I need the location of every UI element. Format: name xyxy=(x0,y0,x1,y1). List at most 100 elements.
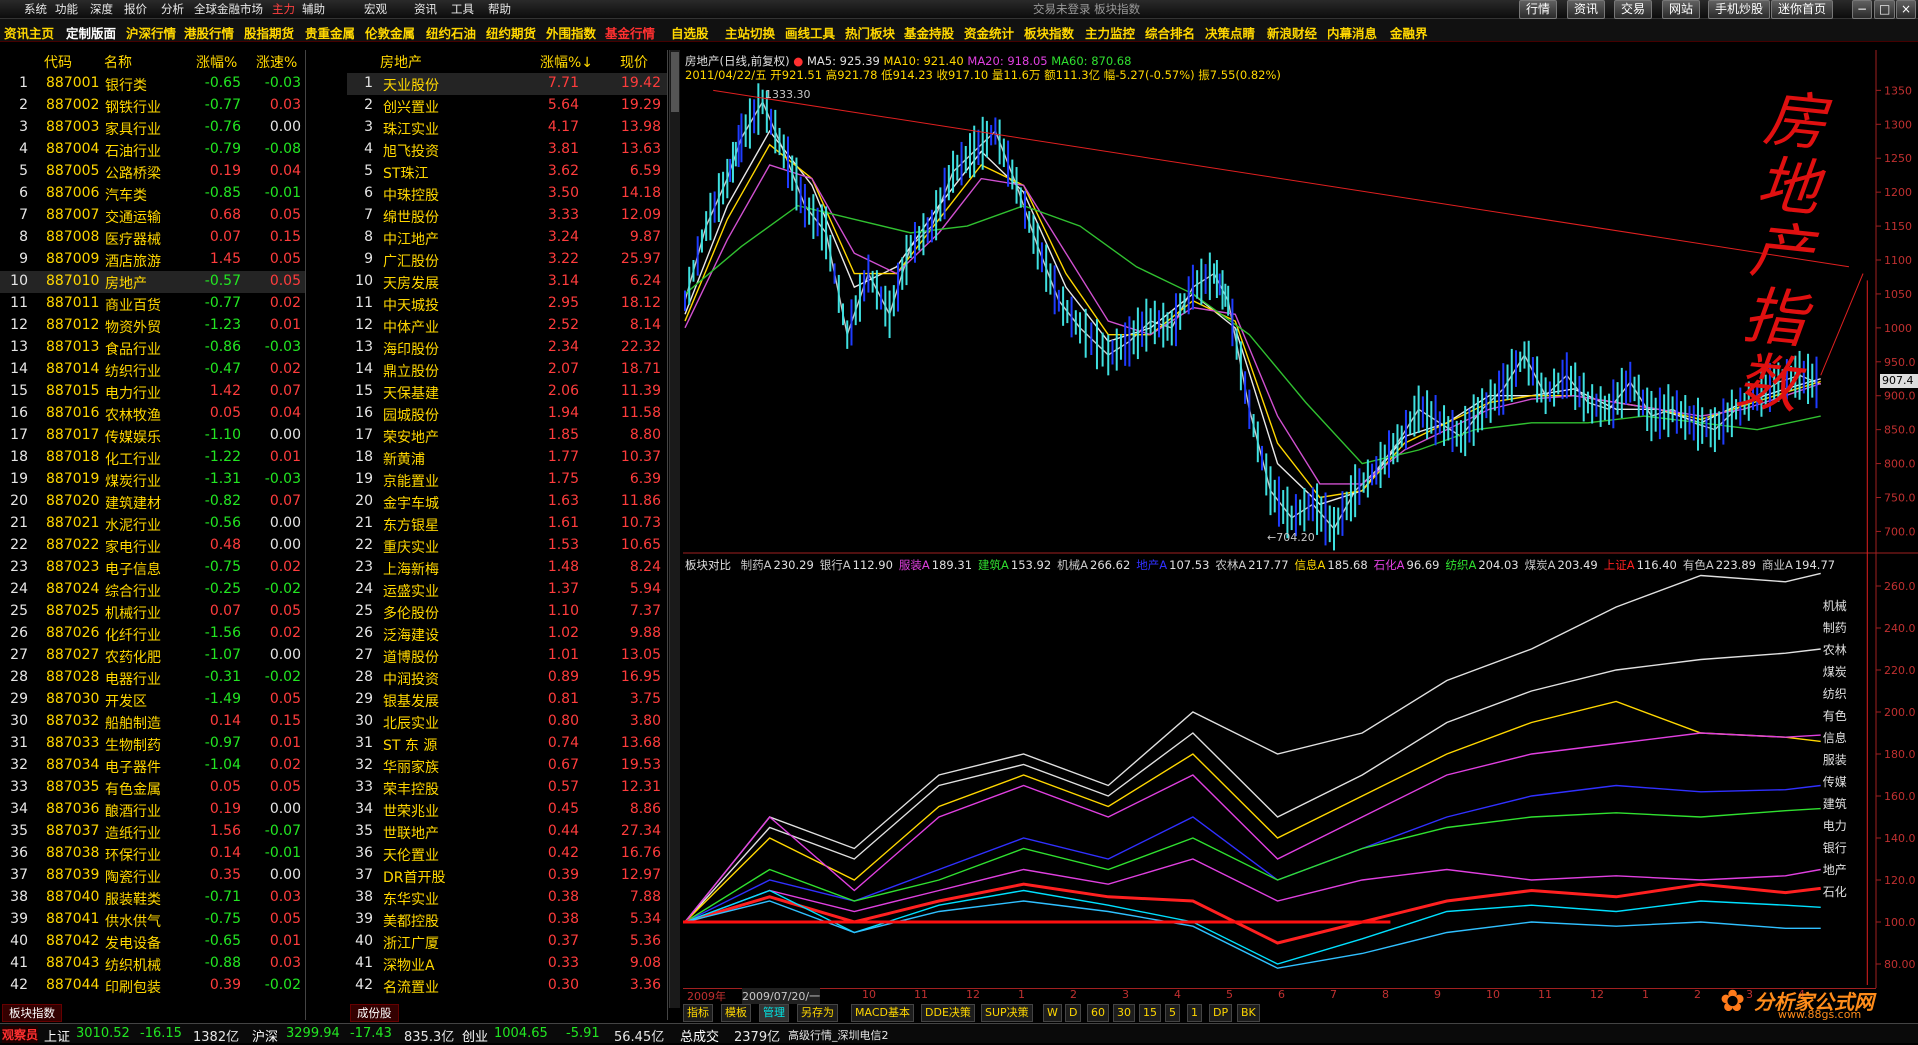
table-row[interactable]: 21 东方银星 1.61 10.73 xyxy=(347,513,667,535)
nav-item[interactable]: 定制版面 xyxy=(66,23,116,42)
chart-tab[interactable]: 60 xyxy=(1087,1004,1109,1022)
minimize-icon[interactable]: − xyxy=(1852,0,1873,19)
chart-tab[interactable]: 1 xyxy=(1187,1004,1202,1022)
table-row[interactable]: 39 美都控股 0.38 5.34 xyxy=(347,909,667,931)
table-row[interactable]: 8 887008 医疗器械 0.07 0.15 xyxy=(0,227,305,249)
nav-item[interactable]: 基金行情 xyxy=(605,23,655,42)
table-row[interactable]: 35 世联地产 0.44 27.34 xyxy=(347,821,667,843)
table-row[interactable]: 4 887004 石油行业 -0.79 -0.08 xyxy=(0,139,305,161)
table-row[interactable]: 26 泛海建设 1.02 9.88 xyxy=(347,623,667,645)
table-row[interactable]: 2 创兴置业 5.64 19.29 xyxy=(347,95,667,117)
table-row[interactable]: 3 887003 家具行业 -0.76 0.00 xyxy=(0,117,305,139)
table-row[interactable]: 28 887028 电器行业 -0.31 -0.02 xyxy=(0,667,305,689)
table-row[interactable]: 40 浙江广厦 0.37 5.36 xyxy=(347,931,667,953)
table-row[interactable]: 25 887025 机械行业 0.07 0.05 xyxy=(0,601,305,623)
table-row[interactable]: 40 887042 发电设备 -0.65 0.01 xyxy=(0,931,305,953)
table-row[interactable]: 18 新黄浦 1.77 10.37 xyxy=(347,447,667,469)
nav-item[interactable]: 股指期货 xyxy=(244,23,294,42)
table-row[interactable]: 14 鼎立股份 2.07 18.71 xyxy=(347,359,667,381)
menu-item[interactable]: 分析 xyxy=(161,1,184,17)
chart-tab[interactable]: 模板 xyxy=(721,1004,751,1022)
status-sh-label[interactable]: 上证 xyxy=(44,1026,70,1045)
table-row[interactable]: 4 旭飞投资 3.81 13.63 xyxy=(347,139,667,161)
nav-item[interactable]: 沪深行情 xyxy=(126,23,176,42)
table-row[interactable]: 35 887037 造纸行业 1.56 -0.07 xyxy=(0,821,305,843)
table-row[interactable]: 41 887043 纺织机械 -0.88 0.03 xyxy=(0,953,305,975)
table-row[interactable]: 29 887030 开发区 -1.49 0.05 xyxy=(0,689,305,711)
table-row[interactable]: 22 887022 家电行业 0.48 0.00 xyxy=(0,535,305,557)
table-row[interactable]: 27 887027 农药化肥 -1.07 0.00 xyxy=(0,645,305,667)
maximize-icon[interactable]: □ xyxy=(1874,0,1896,19)
nav-item[interactable]: 新浪财经 xyxy=(1267,23,1317,42)
table-row[interactable]: 6 887006 汽车类 -0.85 -0.01 xyxy=(0,183,305,205)
nav-item[interactable]: 决策点睛 xyxy=(1205,23,1255,42)
table-row[interactable]: 13 海印股份 2.34 22.32 xyxy=(347,337,667,359)
menu-item[interactable]: 功能 xyxy=(55,1,78,17)
table-row[interactable]: 16 园城股份 1.94 11.58 xyxy=(347,403,667,425)
status-hs-label[interactable]: 沪深 xyxy=(252,1026,278,1045)
table-row[interactable]: 39 887041 供水供气 -0.75 0.05 xyxy=(0,909,305,931)
table-row[interactable]: 10 天房发展 3.14 6.24 xyxy=(347,271,667,293)
table-row[interactable]: 33 887035 有色金属 0.05 0.05 xyxy=(0,777,305,799)
nav-item[interactable]: 主力监控 xyxy=(1085,23,1135,42)
table-row[interactable]: 24 887024 综合行业 -0.25 -0.02 xyxy=(0,579,305,601)
table-row[interactable]: 23 887023 电子信息 -0.75 0.02 xyxy=(0,557,305,579)
chart-tab[interactable]: 15 xyxy=(1139,1004,1161,1022)
table-row[interactable]: 18 887018 化工行业 -1.22 0.01 xyxy=(0,447,305,469)
status-cy-label[interactable]: 创业 xyxy=(462,1026,488,1045)
table-row[interactable]: 17 887017 传媒娱乐 -1.10 0.00 xyxy=(0,425,305,447)
table-row[interactable]: 37 887039 陶瓷行业 0.35 0.00 xyxy=(0,865,305,887)
nav-item[interactable]: 自选股 xyxy=(671,23,709,42)
menu-item[interactable]: 主力 xyxy=(272,1,295,17)
table-row[interactable]: 31 887033 生物制药 -0.97 0.01 xyxy=(0,733,305,755)
table-row[interactable]: 2 887002 钢铁行业 -0.77 0.03 xyxy=(0,95,305,117)
table-row[interactable]: 22 重庆实业 1.53 10.65 xyxy=(347,535,667,557)
chart-tab[interactable]: SUP决策 xyxy=(981,1004,1033,1022)
table-row[interactable]: 41 深物业A 0.33 9.08 xyxy=(347,953,667,975)
menu-item[interactable]: 报价 xyxy=(124,1,147,17)
table-row[interactable]: 29 银基发展 0.81 3.75 xyxy=(347,689,667,711)
table-row[interactable]: 21 887021 水泥行业 -0.56 0.00 xyxy=(0,513,305,535)
nav-item[interactable]: 画线工具 xyxy=(785,23,835,42)
menu-item[interactable]: 工具 xyxy=(451,1,474,17)
menu-item[interactable]: 帮助 xyxy=(488,1,511,17)
chart-tab[interactable]: W xyxy=(1043,1004,1062,1022)
toolbar-button[interactable]: 行情 xyxy=(1519,0,1558,19)
table-row[interactable]: 33 荣丰控股 0.57 12.31 xyxy=(347,777,667,799)
table-row[interactable]: 15 887015 电力行业 1.42 0.07 xyxy=(0,381,305,403)
table-row[interactable]: 20 887020 建筑建材 -0.82 0.07 xyxy=(0,491,305,513)
col-header-name[interactable]: 名称 xyxy=(104,52,132,72)
table-row[interactable]: 42 名流置业 0.30 3.36 xyxy=(347,975,667,997)
nav-item[interactable]: 外围指数 xyxy=(546,23,596,42)
table-row[interactable]: 36 887038 环保行业 0.14 -0.01 xyxy=(0,843,305,865)
table-row[interactable]: 14 887014 纺织行业 -0.47 0.02 xyxy=(0,359,305,381)
chart-tab[interactable]: 管理 xyxy=(759,1004,789,1022)
table-row[interactable]: 10 887010 房地产 -0.57 0.05 xyxy=(0,271,305,293)
toolbar-button[interactable]: 迷你首页 xyxy=(1771,0,1834,19)
stock-table-scrollbar[interactable] xyxy=(669,50,680,1008)
nav-item[interactable]: 金融界 xyxy=(1390,23,1428,42)
nav-item[interactable]: 贵重金属 xyxy=(305,23,355,42)
menu-item[interactable]: 系统 xyxy=(24,1,47,17)
table-row[interactable]: 5 887005 公路桥梁 0.19 0.04 xyxy=(0,161,305,183)
table-row[interactable]: 19 京能置业 1.75 6.39 xyxy=(347,469,667,491)
toolbar-button[interactable]: 交易 xyxy=(1614,0,1653,19)
table-row[interactable]: 30 北辰实业 0.80 3.80 xyxy=(347,711,667,733)
nav-item[interactable]: 板块指数 xyxy=(1024,23,1074,42)
table-row[interactable]: 3 珠江实业 4.17 13.98 xyxy=(347,117,667,139)
table-row[interactable]: 6 中珠控股 3.50 14.18 xyxy=(347,183,667,205)
table-row[interactable]: 20 金宇车城 1.63 11.86 xyxy=(347,491,667,513)
table-row[interactable]: 23 上海新梅 1.48 8.24 xyxy=(347,557,667,579)
table-row[interactable]: 28 中润投资 0.89 16.95 xyxy=(347,667,667,689)
table-row[interactable]: 7 绵世股份 3.33 12.09 xyxy=(347,205,667,227)
table-row[interactable]: 24 运盛实业 1.37 5.94 xyxy=(347,579,667,601)
tab-constituents[interactable]: 成份股 xyxy=(350,1004,399,1022)
table-row[interactable]: 25 多伦股份 1.10 7.37 xyxy=(347,601,667,623)
table-row[interactable]: 15 天保基建 2.06 11.39 xyxy=(347,381,667,403)
table-row[interactable]: 19 887019 煤炭行业 -1.31 -0.03 xyxy=(0,469,305,491)
nav-item[interactable]: 纽约期货 xyxy=(486,23,536,42)
close-icon[interactable]: × xyxy=(1896,0,1917,19)
nav-item[interactable]: 纽约石油 xyxy=(426,23,476,42)
toolbar-button[interactable]: 网站 xyxy=(1662,0,1701,19)
table-row[interactable]: 31 ST 东 源 0.74 13.68 xyxy=(347,733,667,755)
